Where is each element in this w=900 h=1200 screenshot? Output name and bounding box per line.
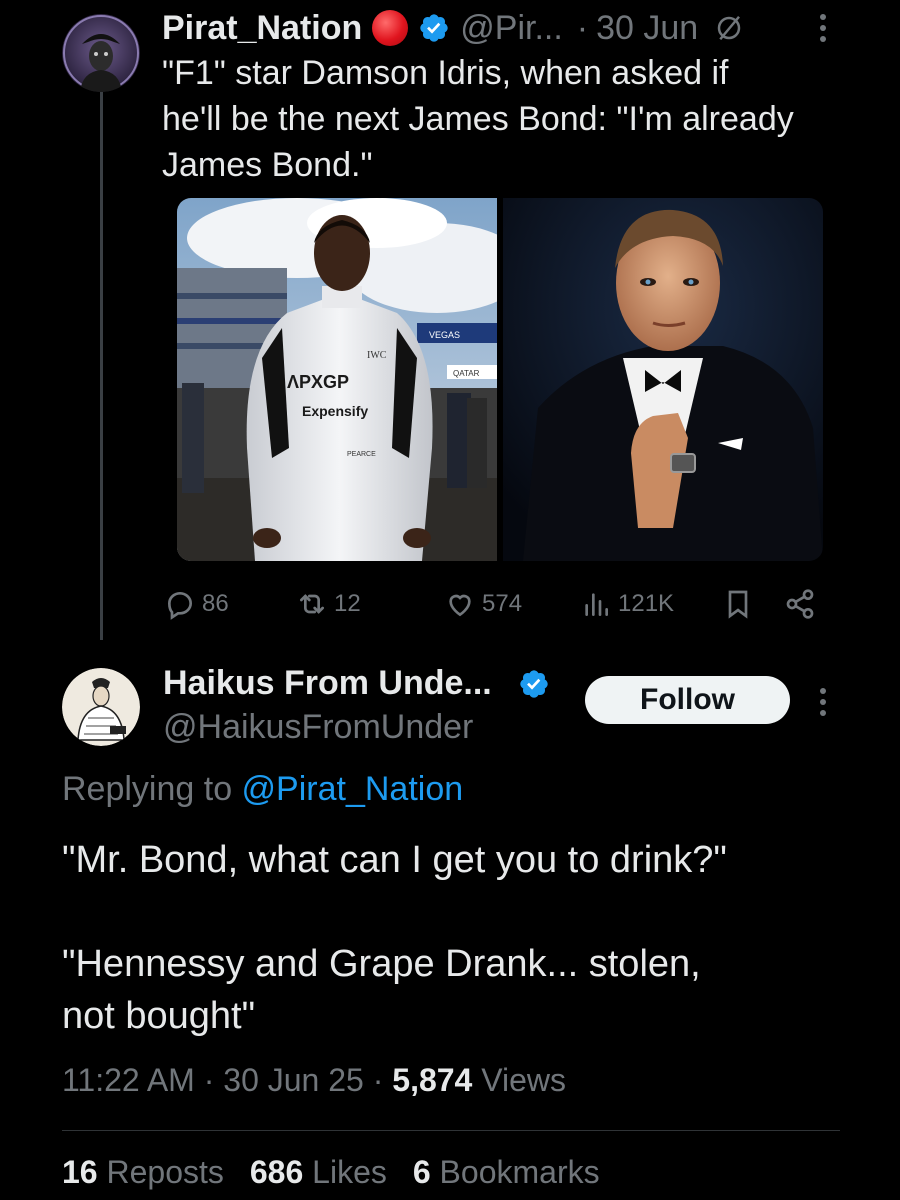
parent-avatar[interactable] xyxy=(62,14,140,92)
meta-separator: · xyxy=(203,1062,224,1098)
parent-date[interactable]: 30 Jun xyxy=(596,9,698,48)
bookmarks-count: 6 xyxy=(412,1154,431,1190)
reply-handle[interactable]: @HaikusFromUnder xyxy=(163,708,473,747)
thread-connector-line xyxy=(100,92,103,640)
reply-author-name[interactable]: Haikus From Unde... xyxy=(163,664,492,703)
iwc-logo-text: IWC xyxy=(367,350,387,361)
grok-icon[interactable] xyxy=(714,13,744,43)
live-red-dot-icon xyxy=(372,10,409,46)
bookmark-action[interactable] xyxy=(722,584,754,624)
bookmarks-stat[interactable]: 6 Bookmarks xyxy=(413,1154,600,1191)
reply-avatar[interactable] xyxy=(62,668,140,746)
stats-divider xyxy=(62,1130,840,1131)
racing-driver-photo[interactable]: VEGAS QATAR ΛPXGP Expensify IWC PEARCE xyxy=(177,198,497,561)
reply-views-count: 5,874 xyxy=(392,1062,473,1098)
reposts-label: Reposts xyxy=(106,1154,224,1190)
reply-action[interactable]: 86 xyxy=(164,584,229,624)
parent-handle[interactable]: @Pir... xyxy=(460,9,563,48)
reply-date[interactable]: 30 Jun 25 xyxy=(223,1062,364,1098)
replying-to: Replying to @Pirat_Nation xyxy=(62,770,463,809)
qatar-sign-text: QATAR xyxy=(453,369,480,378)
svg-text:ΛPXGP: ΛPXGP xyxy=(287,372,349,392)
replying-prefix: Replying to xyxy=(62,770,242,808)
parent-author-name[interactable]: Pirat_Nation xyxy=(162,9,362,48)
follow-button[interactable]: Follow xyxy=(585,676,790,724)
reposts-stat[interactable]: 16 Reposts xyxy=(62,1154,224,1191)
views-count: 121K xyxy=(618,590,675,617)
tweet-media[interactable]: VEGAS QATAR ΛPXGP Expensify IWC PEARCE xyxy=(177,198,823,561)
parent-more-icon[interactable] xyxy=(818,12,828,44)
parent-action-bar: 86 12 574 121K xyxy=(162,584,822,624)
vegas-sign-text: VEGAS xyxy=(429,330,460,340)
share-action[interactable] xyxy=(784,584,816,624)
reply-icon xyxy=(167,591,193,620)
bookmark-icon xyxy=(728,590,748,619)
expensify-logo-text: Expensify xyxy=(302,403,368,419)
reply-count: 86 xyxy=(202,590,229,617)
reply-stats: 16 Reposts 686 Likes 6 Bookmarks xyxy=(62,1154,600,1191)
views-action[interactable]: 121K xyxy=(580,584,674,624)
pearce-badge-text: PEARCE xyxy=(347,451,376,458)
reply-more-icon[interactable] xyxy=(818,686,828,718)
share-icon xyxy=(786,589,814,619)
likes-stat[interactable]: 686 Likes xyxy=(250,1154,387,1191)
like-count: 574 xyxy=(482,590,523,617)
likes-count: 686 xyxy=(249,1154,304,1190)
replying-mention-link[interactable]: @Pirat_Nation xyxy=(242,770,464,808)
reply-meta: 11:22 AM · 30 Jun 25 · 5,874 Views xyxy=(62,1062,566,1099)
reply-tweet-text: "Mr. Bond, what can I get you to drink?"… xyxy=(62,839,727,1037)
like-icon xyxy=(449,594,471,617)
verified-badge-icon xyxy=(420,14,448,42)
repost-icon xyxy=(300,594,324,614)
like-action[interactable]: 574 xyxy=(444,584,522,624)
reply-verified-badge-icon xyxy=(520,670,548,698)
bookmarks-label: Bookmarks xyxy=(439,1154,600,1190)
meta-separator: · xyxy=(372,1062,393,1098)
reposts-count: 16 xyxy=(62,1154,98,1190)
reply-time[interactable]: 11:22 AM xyxy=(62,1062,195,1098)
repost-action[interactable]: 12 xyxy=(296,584,361,624)
tuxedo-portrait-photo[interactable] xyxy=(503,198,823,561)
repost-count: 12 xyxy=(334,590,361,617)
parent-tweet-header: Pirat_Nation @Pir... · 30 Jun xyxy=(162,6,744,50)
parent-tweet-text: "F1" star Damson Idris, when asked if he… xyxy=(162,54,794,184)
header-separator: · xyxy=(576,8,589,47)
reply-views-label: Views xyxy=(481,1062,567,1098)
views-icon xyxy=(585,593,608,616)
likes-label: Likes xyxy=(312,1154,387,1190)
